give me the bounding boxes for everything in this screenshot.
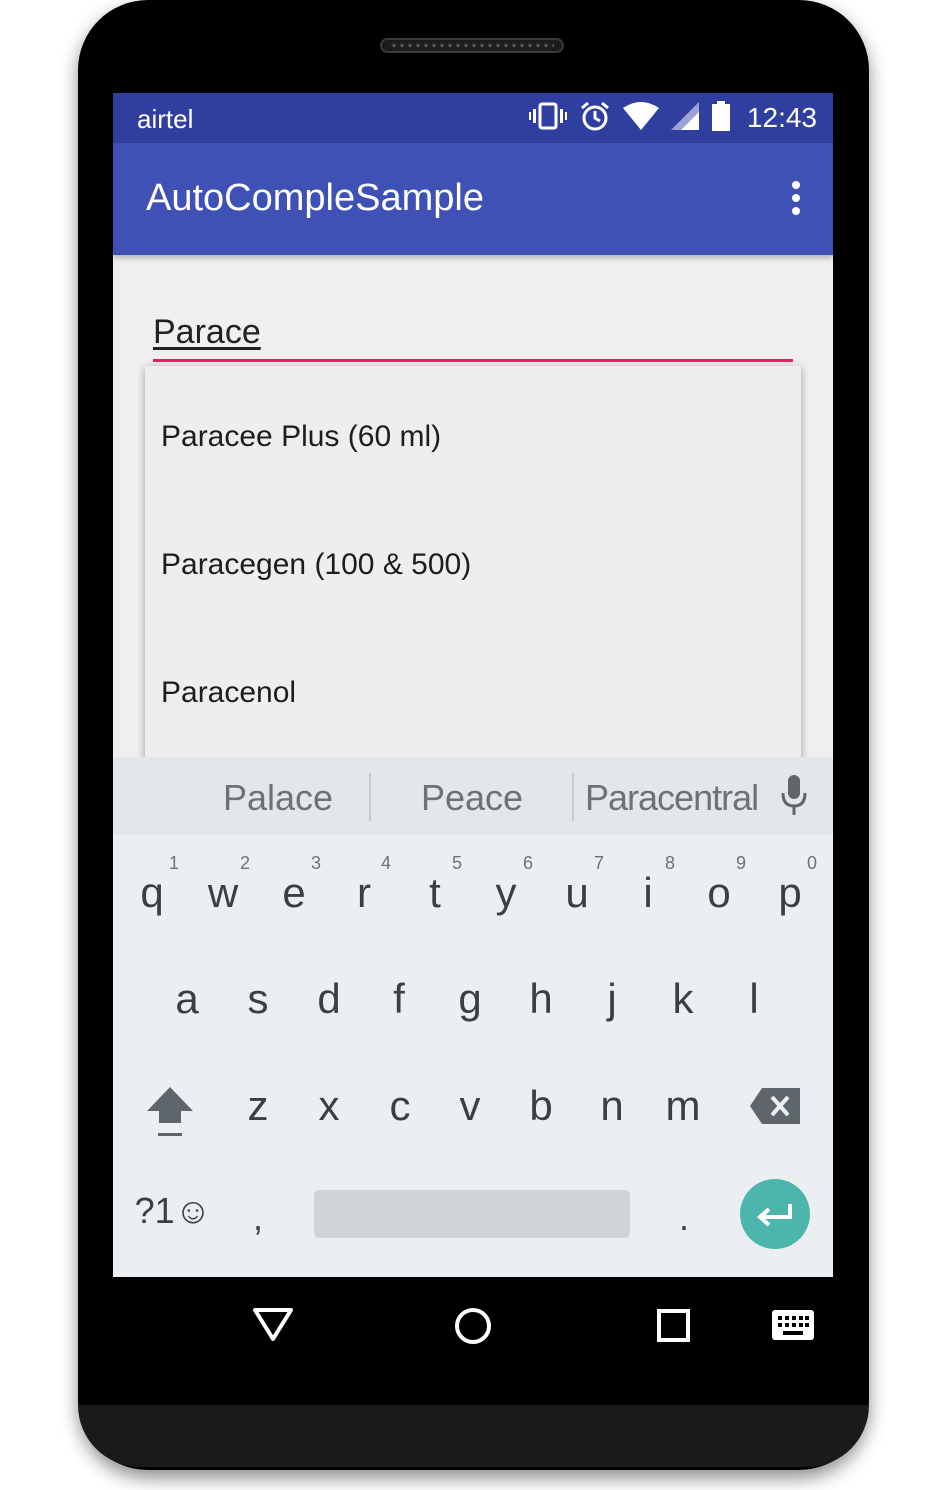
screen: airtel 12:43 AutoCompleSample Parace Par… bbox=[113, 93, 833, 1277]
keyboard-suggestion-bar: Palace Peace Paracentral bbox=[113, 757, 833, 835]
key-z[interactable]: z bbox=[228, 1082, 288, 1130]
key-g[interactable]: g bbox=[440, 975, 500, 1023]
keyboard-suggestion[interactable]: Peace bbox=[421, 777, 523, 819]
keyboard-suggestion[interactable]: Paracentral bbox=[585, 777, 759, 819]
key-w[interactable]: w bbox=[193, 869, 253, 917]
comma-key[interactable]: , bbox=[228, 1197, 288, 1239]
key-b[interactable]: b bbox=[511, 1082, 571, 1130]
carrier-name: airtel bbox=[137, 104, 194, 134]
app-bar: AutoCompleSample bbox=[113, 143, 833, 255]
key-hint: 0 bbox=[806, 853, 817, 873]
symbols-key[interactable]: ?1☺ bbox=[133, 1190, 213, 1232]
key-i[interactable]: i bbox=[618, 869, 678, 917]
key-d[interactable]: d bbox=[299, 975, 359, 1023]
key-c[interactable]: c bbox=[370, 1082, 430, 1130]
shift-key[interactable] bbox=[145, 1087, 195, 1144]
battery-icon bbox=[711, 100, 731, 136]
key-q[interactable]: q bbox=[122, 869, 182, 917]
dropdown-item[interactable]: Paracee Plus (60 ml) bbox=[161, 420, 441, 454]
status-bar: airtel 12:43 bbox=[113, 93, 833, 143]
key-t[interactable]: t bbox=[405, 869, 465, 917]
wifi-icon bbox=[622, 101, 659, 135]
key-e[interactable]: e bbox=[264, 869, 324, 917]
suggestion-divider bbox=[572, 773, 574, 821]
signal-icon bbox=[670, 101, 699, 135]
autocomplete-input[interactable]: Parace bbox=[153, 313, 261, 352]
key-y[interactable]: y bbox=[476, 869, 536, 917]
alarm-icon bbox=[579, 100, 611, 137]
key-h[interactable]: h bbox=[511, 975, 571, 1023]
key-hint: 7 bbox=[593, 853, 604, 873]
input-focus-underline bbox=[153, 359, 793, 362]
key-hint: 1 bbox=[168, 853, 179, 873]
enter-arrow-icon bbox=[756, 1204, 792, 1227]
period-key[interactable]: . bbox=[654, 1197, 714, 1239]
vibrate-icon bbox=[528, 101, 567, 136]
key-hint: 9 bbox=[735, 853, 746, 873]
microphone-icon[interactable] bbox=[781, 775, 807, 820]
key-hint: 6 bbox=[522, 853, 533, 873]
key-m[interactable]: m bbox=[653, 1082, 713, 1130]
key-f[interactable]: f bbox=[369, 975, 429, 1023]
key-x[interactable]: x bbox=[299, 1082, 359, 1130]
key-l[interactable]: l bbox=[724, 975, 784, 1023]
key-hint: 5 bbox=[451, 853, 462, 873]
key-u[interactable]: u bbox=[547, 869, 607, 917]
space-key[interactable] bbox=[314, 1190, 630, 1238]
keyboard-suggestion[interactable]: Palace bbox=[223, 777, 333, 819]
dropdown-item[interactable]: Paracegen (100 & 500) bbox=[161, 548, 471, 582]
clock: 12:43 bbox=[746, 102, 817, 133]
recents-icon[interactable] bbox=[656, 1308, 692, 1349]
key-p[interactable]: p bbox=[760, 869, 820, 917]
key-n[interactable]: n bbox=[582, 1082, 642, 1130]
key-hint: 4 bbox=[380, 853, 391, 873]
phone-chin bbox=[78, 1405, 869, 1467]
key-o[interactable]: o bbox=[689, 869, 749, 917]
key-hint: 8 bbox=[664, 853, 675, 873]
key-hint: 3 bbox=[310, 853, 321, 873]
key-v[interactable]: v bbox=[440, 1082, 500, 1130]
soft-keyboard: Palace Peace Paracentral q1w2e3r4t5y6u7i… bbox=[113, 757, 833, 1277]
key-r[interactable]: r bbox=[334, 869, 394, 917]
home-icon[interactable] bbox=[453, 1306, 493, 1351]
back-icon[interactable] bbox=[252, 1307, 294, 1348]
keyboard-switch-icon[interactable] bbox=[772, 1310, 814, 1345]
key-hint: 2 bbox=[239, 853, 250, 873]
enter-key[interactable] bbox=[740, 1179, 810, 1249]
suggestion-dropdown: Paracee Plus (60 ml) Paracegen (100 & 50… bbox=[145, 366, 801, 766]
key-a[interactable]: a bbox=[157, 975, 217, 1023]
key-s[interactable]: s bbox=[228, 975, 288, 1023]
status-icons: 12:43 bbox=[528, 100, 817, 137]
suggestion-divider bbox=[369, 773, 371, 821]
backspace-key[interactable] bbox=[750, 1088, 800, 1129]
overflow-menu-icon[interactable] bbox=[789, 181, 803, 221]
navigation-bar bbox=[113, 1277, 833, 1377]
dropdown-item[interactable]: Paracenol bbox=[161, 676, 296, 710]
key-j[interactable]: j bbox=[582, 975, 642, 1023]
earpiece-speaker bbox=[380, 38, 564, 53]
app-title: AutoCompleSample bbox=[146, 177, 484, 219]
key-k[interactable]: k bbox=[653, 975, 713, 1023]
